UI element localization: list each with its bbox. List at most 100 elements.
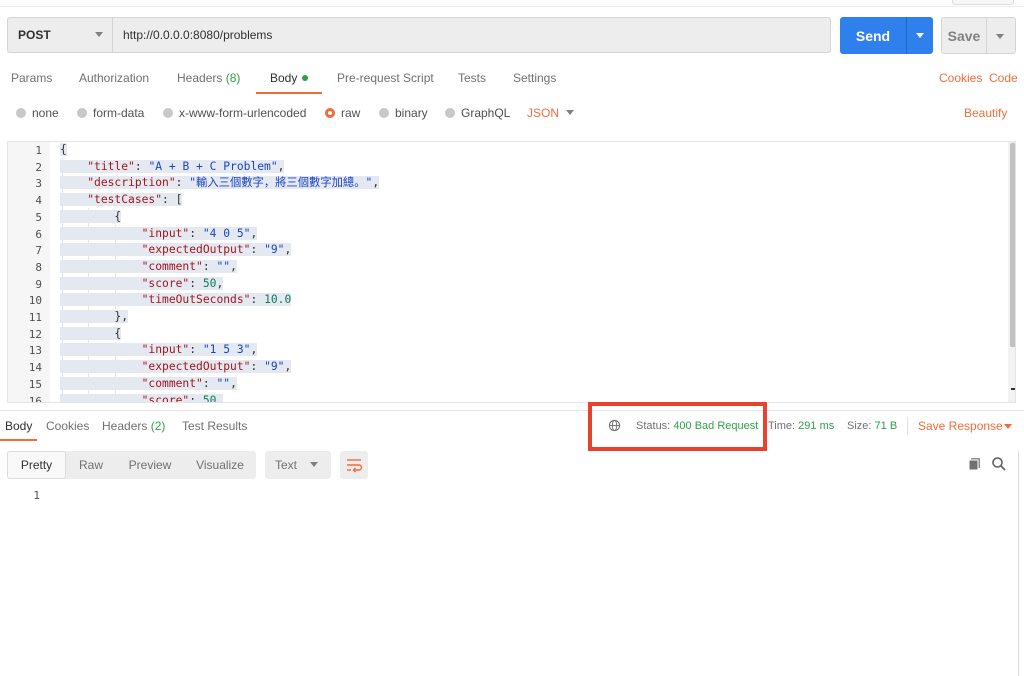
radio-binary[interactable]: binary [379, 106, 428, 120]
tab-response-cookies[interactable]: Cookies [46, 419, 89, 433]
tab-response-headers-label: Headers [102, 419, 148, 433]
line-number: 16 [28, 394, 42, 403]
top-divider [0, 6, 1024, 7]
code-line: "input": "1 5 3", [60, 342, 258, 359]
line-number: 15 [28, 377, 42, 391]
method-label: POST [18, 28, 51, 42]
response-type-select[interactable]: Text [265, 451, 331, 479]
tab-body-label: Body [270, 71, 298, 85]
active-tab-underline [256, 92, 322, 94]
tab-response-body[interactable]: Body [5, 419, 32, 433]
line-number: 11 [28, 311, 42, 324]
time-value: 291 ms [798, 420, 835, 432]
send-options-button[interactable] [906, 17, 933, 54]
save-button[interactable]: Save [941, 17, 987, 54]
radio-binary-label: binary [395, 106, 428, 120]
radio-graphql[interactable]: GraphQL [445, 106, 510, 120]
view-raw[interactable]: Raw [67, 451, 115, 479]
send-button[interactable]: Send [840, 17, 906, 54]
active-tab-underline [0, 439, 37, 441]
beautify-link[interactable]: Beautify [964, 106, 1007, 120]
scrollbar-thumb[interactable] [1010, 143, 1015, 347]
radio-dot-selected [325, 108, 335, 118]
save-options-button[interactable] [987, 17, 1016, 54]
tab-headers[interactable]: Headers (8) [177, 71, 240, 85]
response-type-label: Text [275, 458, 298, 472]
tab-headers-label: Headers [177, 71, 223, 85]
body-editor[interactable]: 1 2 3 4 5 6 7 8 9 10 11 12 13 14 15 16 { "title": "A + … [7, 141, 1016, 403]
tab-test-results[interactable]: Test Results [182, 419, 247, 433]
size-readout: Size: 71 B [847, 420, 897, 432]
radio-none[interactable]: none [16, 106, 59, 120]
copy-icon[interactable] [967, 456, 983, 472]
code-line: "timeOutSeconds": 10.0 [60, 292, 292, 309]
status-highlight-box [588, 402, 767, 451]
radio-urlencoded-label: x-www-form-urlencoded [179, 106, 307, 120]
tab-response-headers[interactable]: Headers (2) [102, 419, 165, 433]
pane-divider[interactable] [0, 410, 1024, 411]
tab-pre-request-script[interactable]: Pre-request Script [337, 71, 434, 85]
radio-raw-label: raw [341, 106, 361, 120]
code-line: "score": 50, [60, 393, 224, 402]
wrap-icon [347, 459, 363, 473]
code-line: { [60, 209, 122, 226]
radio-none-label: none [32, 106, 59, 120]
line-number: 4 [35, 194, 42, 208]
tab-authorization[interactable]: Authorization [79, 71, 149, 85]
tab-body[interactable]: Body [270, 71, 309, 85]
method-select[interactable]: POST [7, 17, 113, 53]
radio-urlencoded[interactable]: x-www-form-urlencoded [163, 106, 306, 120]
line-number: 8 [35, 260, 42, 274]
tab-params[interactable]: Params [11, 71, 52, 85]
tab-tests[interactable]: Tests [458, 71, 486, 85]
line-number: 12 [28, 327, 42, 341]
line-number: 14 [28, 361, 42, 375]
code-link[interactable]: Code [989, 71, 1018, 85]
radio-raw[interactable]: raw [325, 106, 360, 120]
chevron-down-icon[interactable] [566, 110, 574, 115]
code-line: "comment": "", [60, 376, 237, 393]
view-visualize[interactable]: Visualize [185, 451, 255, 479]
code-line: "testCases": [ [60, 192, 183, 209]
format-select[interactable]: JSON [527, 106, 559, 120]
chevron-down-icon [996, 34, 1004, 39]
tab-response-headers-count: (2) [150, 419, 166, 433]
right-border [1018, 451, 1019, 676]
chevron-down-icon [95, 32, 103, 37]
radio-dot [163, 108, 173, 118]
code-line: "description": "輸入三個數字，將三個數字加總。", [60, 175, 380, 192]
editor-scrollbar[interactable] [1008, 142, 1015, 402]
view-pretty[interactable]: Pretty [7, 451, 66, 479]
wrap-lines-button[interactable] [340, 451, 368, 479]
line-number: 9 [35, 277, 42, 291]
tab-settings[interactable]: Settings [513, 71, 556, 85]
line-number: 2 [35, 160, 42, 174]
radio-dot [16, 108, 26, 118]
line-number: 10 [28, 294, 42, 308]
radio-dot [77, 108, 87, 118]
line-number: 5 [35, 210, 42, 224]
line-number: 3 [35, 177, 42, 191]
url-input[interactable]: http://0.0.0.0:8080/problems [113, 17, 831, 53]
radio-form-data-label: form-data [93, 106, 145, 120]
url-value: http://0.0.0.0:8080/problems [123, 28, 273, 42]
top-partial-button[interactable] [952, 0, 1014, 5]
code-line: "expectedOutput": "9", [60, 359, 292, 376]
response-line-number: 1 [33, 489, 40, 502]
code-line: "comment": "", [60, 259, 237, 276]
chevron-down-icon[interactable] [1004, 424, 1012, 429]
chevron-down-icon [916, 33, 924, 38]
cookies-link[interactable]: Cookies [939, 71, 982, 85]
code-line: "expectedOutput": "9", [60, 242, 292, 259]
line-number: 6 [35, 227, 42, 241]
view-preview[interactable]: Preview [117, 451, 183, 479]
size-value: 71 B [874, 420, 898, 432]
radio-dot [445, 108, 455, 118]
body-indicator-dot [302, 74, 309, 81]
radio-graphql-label: GraphQL [461, 106, 511, 120]
size-label: Size: [847, 420, 872, 432]
save-response-button[interactable]: Save Response [918, 419, 1003, 433]
radio-form-data[interactable]: form-data [77, 106, 144, 120]
scrollbar-marker [1011, 388, 1015, 390]
search-icon[interactable] [991, 456, 1007, 472]
